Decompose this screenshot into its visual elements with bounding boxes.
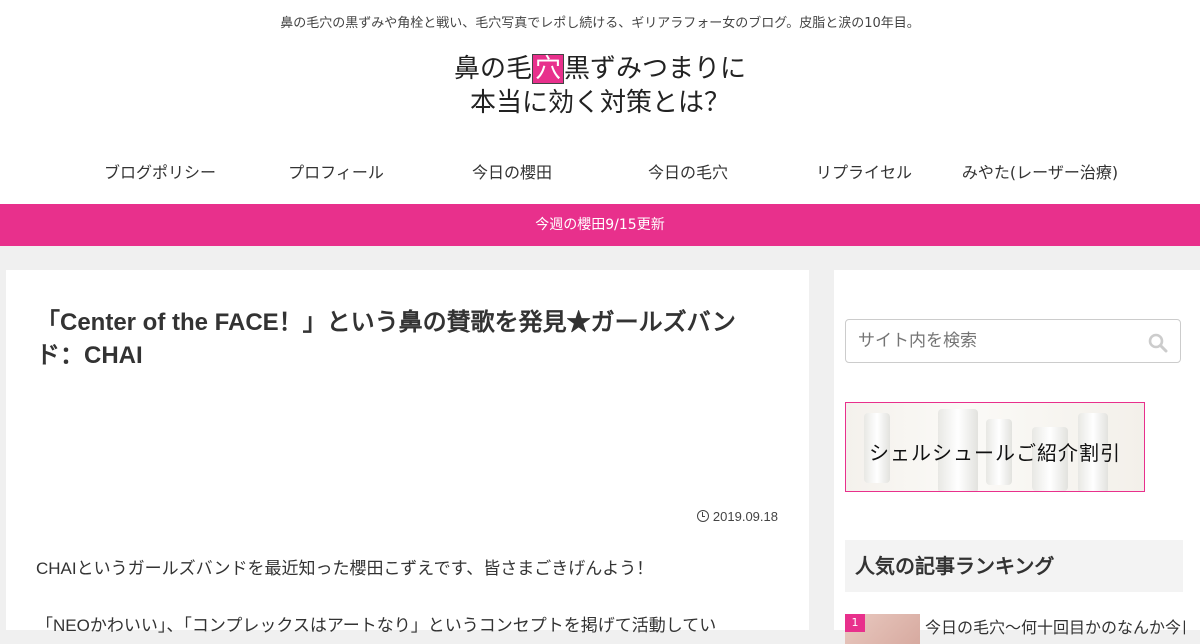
search-input[interactable] — [846, 320, 1160, 362]
site-tagline: 鼻の毛穴の黒ずみや角栓と戦い、毛穴写真でレポし続ける、ギリアラフォー女のブログ。… — [280, 16, 920, 31]
article-title: 「Center of the FACE！」という鼻の賛歌を発見★ガールズバンド：… — [36, 309, 736, 369]
logo-text-pre: 鼻の毛 — [453, 54, 532, 84]
promo-banner[interactable]: シェルシュールご紹介割引 — [845, 402, 1145, 492]
nav-item-todays-sakurada[interactable]: 今日の櫻田 — [424, 150, 600, 204]
search-box — [845, 319, 1181, 363]
ranking-item[interactable]: 1 今日の毛穴〜何十回目かのなんか今日 — [845, 614, 1190, 644]
nav-item-profile[interactable]: プロフィール — [248, 150, 424, 204]
site-header: 鼻の毛穴の黒ずみや角栓と戦い、毛穴写真でレポし続ける、ギリアラフォー女のブログ。… — [0, 0, 1200, 150]
site-logo[interactable]: 鼻の毛穴黒ずみつまりに 本当に効く対策とは？ — [0, 52, 1200, 120]
ranking-number: 1 — [845, 614, 865, 632]
search-icon[interactable] — [1148, 333, 1168, 353]
logo-line-2: 本当に効く対策とは？ — [469, 88, 730, 118]
post-date: 2019.09.18 — [696, 509, 778, 524]
article-paragraph-2: 「NEOかわいい」、「コンプレックスはアートなり」というコンセプトを掲げて活動し… — [36, 616, 717, 635]
logo-text-post: 黒ずみつまりに — [564, 54, 747, 84]
notice-bar[interactable]: 今週の櫻田9/15更新 — [0, 204, 1200, 246]
ranking-heading: 人気の記事ランキング — [845, 540, 1183, 592]
nav-item-miyata[interactable]: みやた(レーザー治療) — [952, 150, 1128, 204]
nav-item-blog-policy[interactable]: ブログポリシー — [72, 150, 248, 204]
global-nav: ブログポリシー プロフィール 今日の櫻田 今日の毛穴 リプライセル みやた(レー… — [0, 150, 1200, 204]
clock-icon — [696, 510, 709, 522]
banner-text: シェルシュールご紹介割引 — [869, 441, 1121, 465]
article-paragraph-1: CHAIというガールズバンドを最近知った櫻田こずえです、皆さまごきげんよう！ — [36, 559, 654, 578]
ranking-title[interactable]: 今日の毛穴〜何十回目かのなんか今日 — [925, 614, 1185, 638]
nav-item-todays-pores[interactable]: 今日の毛穴 — [600, 150, 776, 204]
logo-highlight: 穴 — [531, 54, 564, 84]
logo-line-1: 鼻の毛穴黒ずみつまりに — [0, 52, 1200, 86]
article-card: 「Center of the FACE！」という鼻の賛歌を発見★ガールズバンド：… — [6, 270, 809, 635]
nav-item-reprycell[interactable]: リプライセル — [776, 150, 952, 204]
post-date-text: 2019.09.18 — [712, 509, 778, 524]
sidebar: シェルシュールご紹介割引 人気の記事ランキング 1 今日の毛穴〜何十回目かのなん… — [834, 270, 1200, 644]
